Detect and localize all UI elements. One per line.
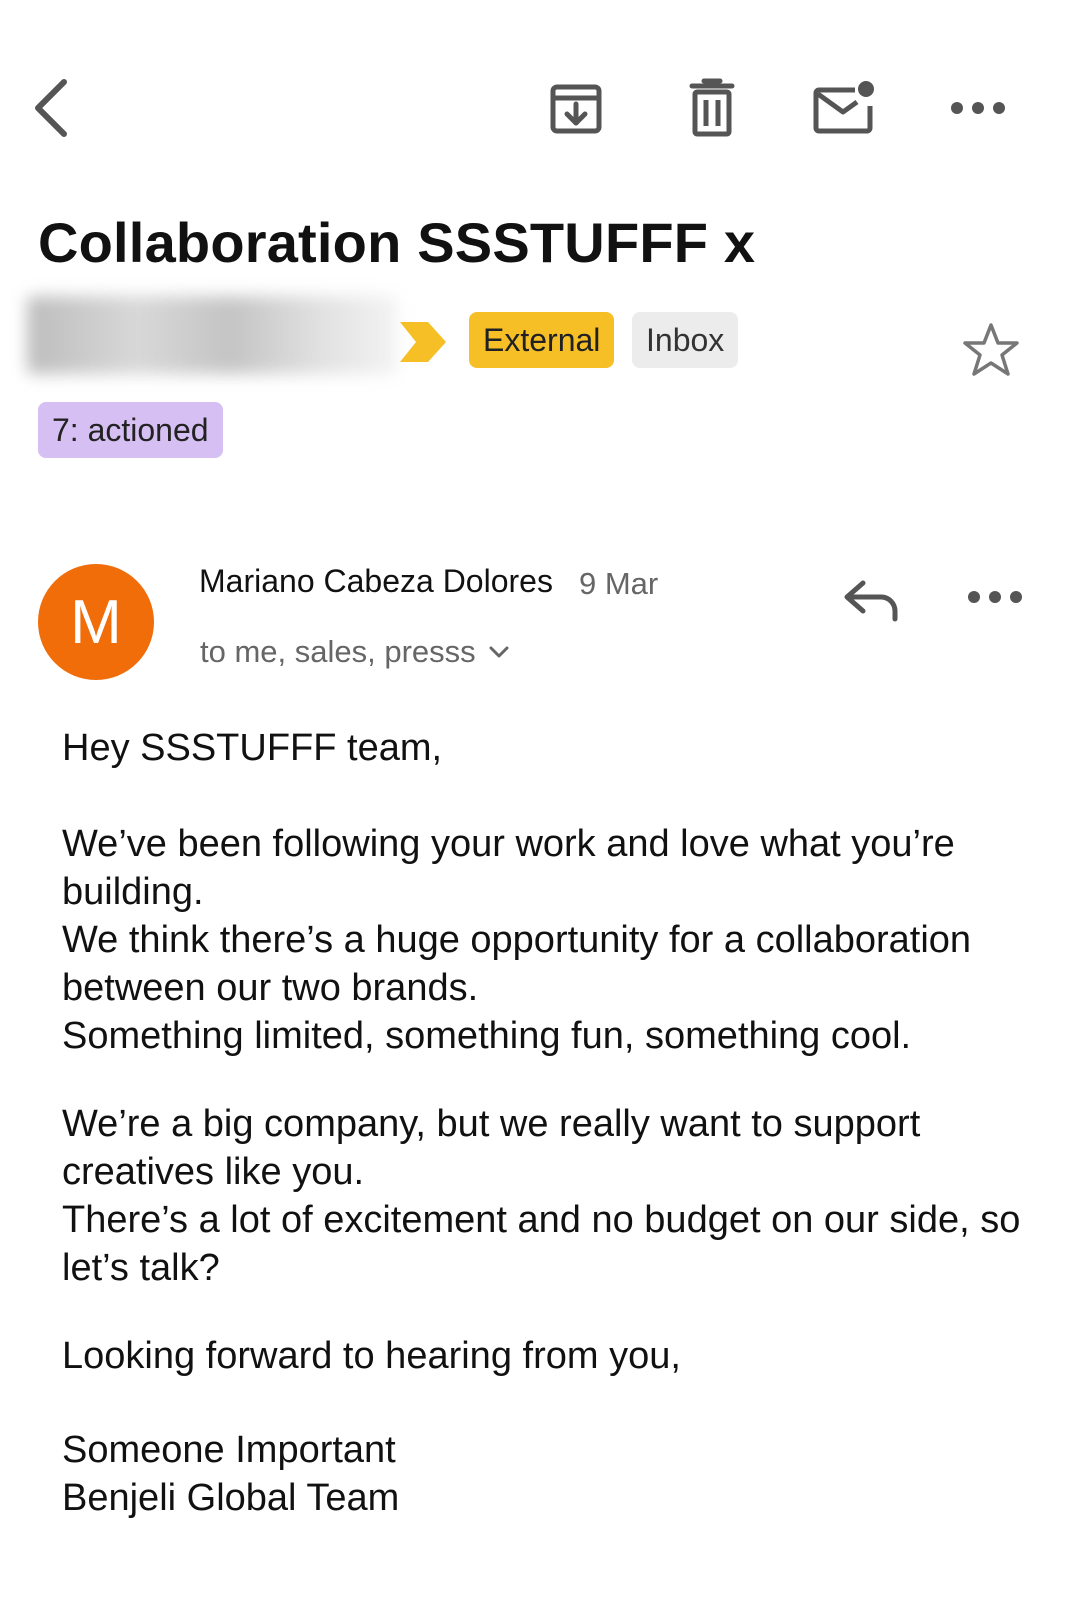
label-external[interactable]: External <box>469 312 615 368</box>
delete-button[interactable] <box>676 72 748 144</box>
star-button[interactable] <box>962 322 1020 383</box>
body-line: We think there’s a huge opportunity for … <box>62 919 972 1009</box>
reply-icon <box>844 580 898 622</box>
label-inbox[interactable]: Inbox <box>632 312 739 368</box>
body-closing: Looking forward to hearing from you, <box>62 1332 1052 1380</box>
body-line: We’ve been following your work and love … <box>62 823 955 913</box>
chevron-down-icon <box>489 646 509 658</box>
signature: Someone Important Benjeli Global Team <box>62 1426 1052 1522</box>
mark-unread-button[interactable] <box>808 72 880 144</box>
back-button[interactable] <box>18 72 90 144</box>
sender-name: Mariano Cabeza Dolores <box>199 563 553 599</box>
signature-team: Benjeli Global Team <box>62 1477 400 1519</box>
body-line: Something limited, something fun, someth… <box>62 1015 912 1057</box>
message-more-button[interactable] <box>960 572 1030 622</box>
star-icon <box>963 323 1019 376</box>
message-date: 9 Mar <box>579 566 659 601</box>
more-options-button[interactable] <box>942 72 1014 144</box>
email-subject: Collaboration SSSTUFFF x <box>38 211 756 274</box>
reply-button[interactable] <box>836 570 906 630</box>
importance-marker-icon[interactable] <box>398 320 448 369</box>
label-actioned[interactable]: 7: actioned <box>38 402 223 458</box>
sender-avatar[interactable]: M <box>38 564 154 680</box>
body-line: Looking forward to hearing from you, <box>62 1335 681 1377</box>
more-horiz-icon <box>951 102 1005 114</box>
mark-unread-icon <box>813 81 874 134</box>
archive-button[interactable] <box>540 72 612 144</box>
recipients-toggle[interactable]: to me, sales, presss <box>200 634 510 670</box>
trash-icon <box>689 78 735 137</box>
more-horiz-icon <box>968 591 1022 603</box>
email-body: Hey SSSTUFFF team, <box>62 724 1052 772</box>
recipients-text: to me, sales, presss <box>200 634 476 669</box>
body-line: There’s a lot of excitement and no budge… <box>62 1199 1021 1289</box>
back-arrow-icon <box>35 79 67 137</box>
body-paragraph-1: We’ve been following your work and love … <box>62 820 1052 1060</box>
archive-icon <box>550 84 602 134</box>
body-paragraph-2: We’re a big company, but we really want … <box>62 1100 1052 1292</box>
body-greeting: Hey SSSTUFFF team, <box>62 727 443 769</box>
redacted-sender-label <box>27 296 397 374</box>
body-line: We’re a big company, but we really want … <box>62 1103 921 1193</box>
signature-name: Someone Important <box>62 1429 396 1471</box>
